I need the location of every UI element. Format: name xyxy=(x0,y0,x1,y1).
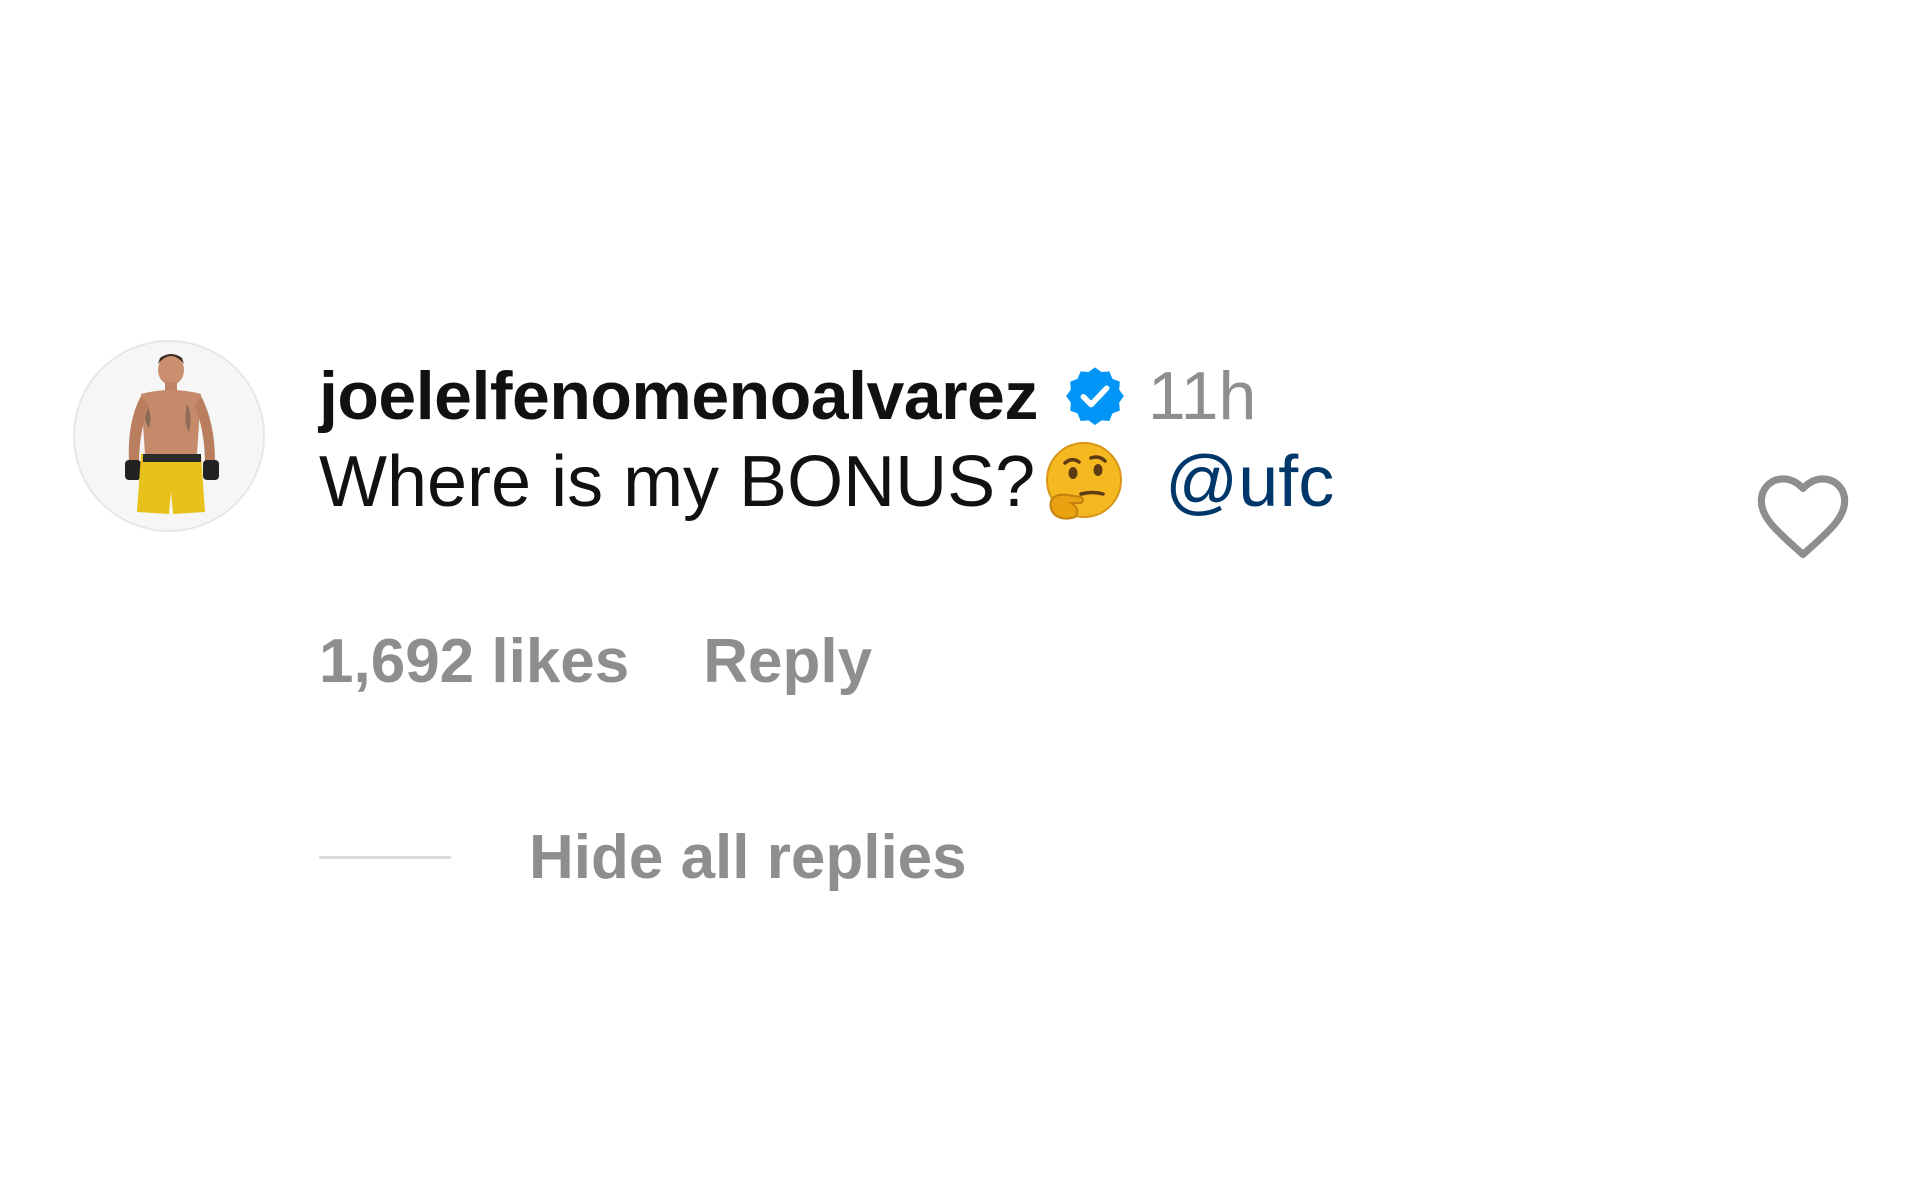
replies-divider xyxy=(319,856,451,859)
thinking-face-emoji-icon xyxy=(1041,439,1127,525)
comment-meta: 1,692 likes Reply xyxy=(319,626,872,697)
comment-text-line: Where is my BONUS? @ufc xyxy=(319,440,1334,524)
likes-count[interactable]: 1,692 likes xyxy=(319,626,629,697)
avatar-figure xyxy=(75,342,263,530)
hide-replies-button[interactable]: Hide all replies xyxy=(319,822,967,893)
username-link[interactable]: joelelfenomenoalvarez xyxy=(319,357,1038,435)
avatar[interactable] xyxy=(73,340,265,532)
reply-button[interactable]: Reply xyxy=(703,626,872,697)
mention-link[interactable]: @ufc xyxy=(1165,441,1334,523)
hide-replies-label: Hide all replies xyxy=(529,823,967,892)
comment-screen: joelelfenomenoalvarez 11h Where is my BO… xyxy=(0,0,1920,1200)
comment-body: joelelfenomenoalvarez 11h Where is my BO… xyxy=(319,356,1334,892)
comment-timestamp: 11h xyxy=(1147,358,1257,434)
comment-header: joelelfenomenoalvarez 11h xyxy=(319,356,1334,436)
comment-text: Where is my BONUS? xyxy=(319,442,1036,522)
heart-outline-icon[interactable] xyxy=(1753,470,1853,562)
verified-badge-icon xyxy=(1064,365,1126,427)
